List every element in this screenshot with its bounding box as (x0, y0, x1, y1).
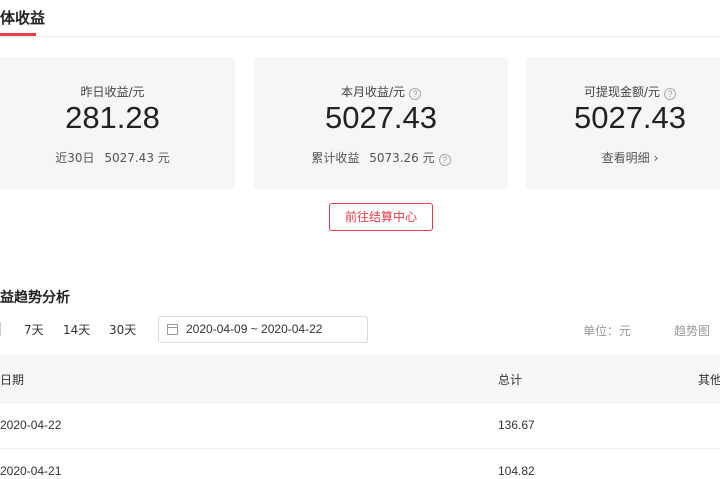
calendar-icon (167, 324, 178, 335)
card-label-row: 本月收益/元? (254, 83, 508, 100)
card-sub: 近30日 5027.43 元 (0, 149, 235, 166)
row-date: 2020-04-21 (0, 464, 62, 478)
question-circle-icon[interactable]: ? (409, 88, 422, 100)
card-value: 5027.43 (573, 100, 687, 135)
range-divider (0, 322, 1, 336)
table-row: 2020-04-22 136.67 (0, 403, 720, 449)
tab-bar: 体收益 (0, 0, 720, 37)
card-sub-label: 累计收益 (311, 151, 360, 165)
question-circle-icon[interactable]: ? (438, 154, 451, 166)
view-details-link[interactable]: 查看明细 › (526, 149, 720, 166)
tab-earnings[interactable]: 体收益 (0, 7, 45, 28)
column-header-total: 总计 (498, 373, 523, 387)
range-7d-button[interactable]: 7天 (24, 321, 44, 338)
table-row: 2020-04-21 104.82 (0, 449, 720, 479)
card-label-row: 可提现金额/元? (526, 83, 720, 100)
unit-label: 单位：元 (583, 324, 632, 338)
table-header: 日期 总计 其他 (0, 355, 720, 403)
row-total: 136.67 (498, 418, 535, 432)
column-header-other: 其他 (698, 373, 720, 387)
tab-active-indicator (0, 33, 36, 36)
card-sub: 累计收益 5073.26 元? (254, 149, 508, 166)
settlement-center-button[interactable]: 前往结算中心 (329, 203, 433, 231)
row-date: 2020-04-22 (0, 418, 62, 432)
card-label: 昨日收益/元 (80, 85, 145, 99)
yesterday-earnings-card: 昨日收益/元 281.28 近30日 5027.43 元 (0, 57, 235, 189)
range-30d-button[interactable]: 30天 (109, 321, 136, 338)
card-sub-value: 5027.43 元 (104, 151, 170, 165)
trend-section-title: 益趋势分析 (0, 290, 70, 306)
date-range-text: 2020-04-09 ~ 2020-04-22 (186, 322, 323, 336)
row-total: 104.82 (498, 464, 535, 478)
column-header-date: 日期 (0, 373, 25, 387)
withdrawable-card: 可提现金额/元? 5027.43 查看明细 › (526, 57, 720, 189)
date-range-picker[interactable]: 2020-04-09 ~ 2020-04-22 (158, 316, 368, 343)
card-label: 本月收益/元 (340, 85, 406, 99)
range-14d-button[interactable]: 14天 (63, 321, 90, 338)
card-value: 281.28 (65, 100, 160, 135)
card-sub-label: 近30日 (55, 151, 95, 165)
chevron-right-icon: › (653, 151, 659, 165)
question-circle-icon[interactable]: ? (664, 88, 677, 100)
card-value: 5027.43 (324, 100, 438, 135)
card-sub-value: 5073.26 元 (369, 151, 435, 165)
trend-chart-toggle[interactable]: 趋势图 (674, 322, 710, 339)
card-label: 可提现金额/元 (583, 85, 661, 99)
card-sub-label[interactable]: 查看明细 (602, 151, 650, 165)
month-earnings-card: 本月收益/元? 5027.43 累计收益 5073.26 元? (254, 57, 508, 189)
